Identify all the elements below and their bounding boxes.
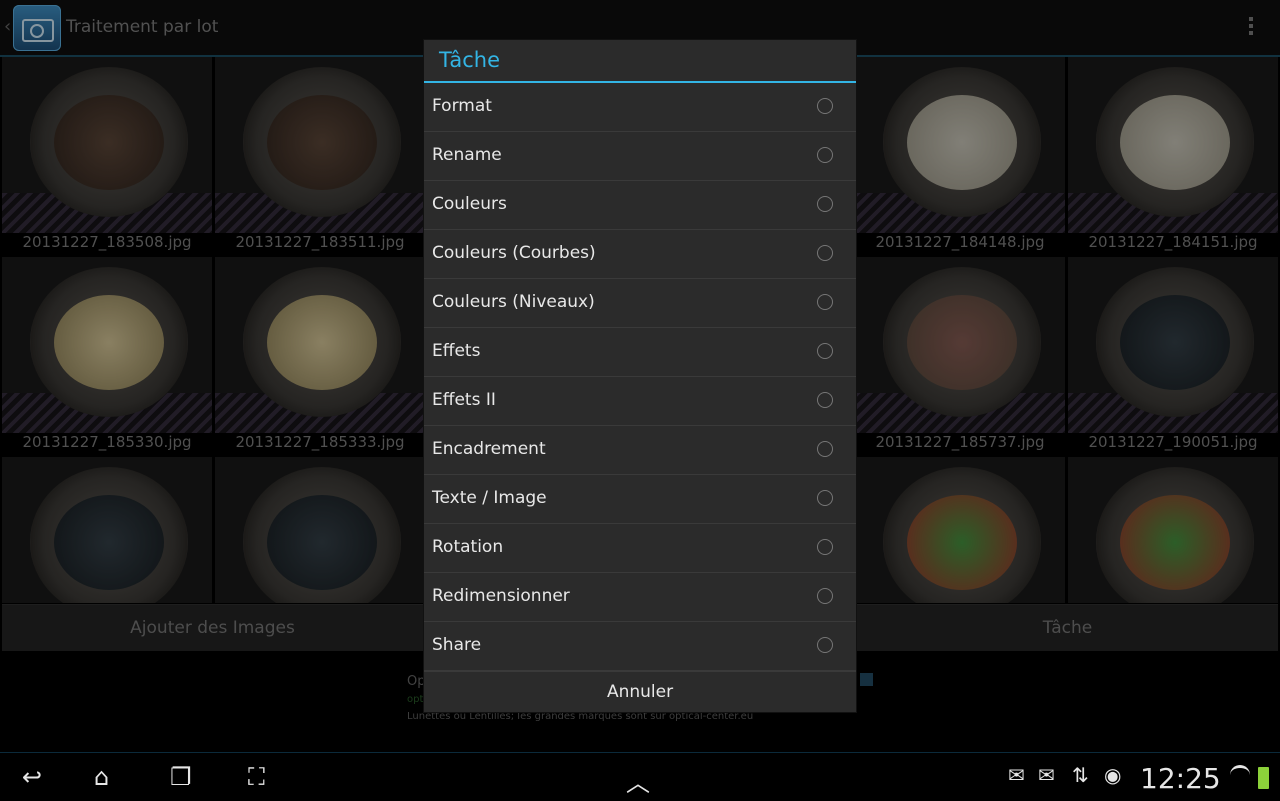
- radio-button[interactable]: [817, 588, 833, 604]
- option-label: Couleurs (Niveaux): [432, 292, 595, 312]
- option-label: Texte / Image: [432, 488, 547, 508]
- option-encadrement[interactable]: Encadrement: [424, 426, 856, 475]
- option-redimensionner[interactable]: Redimensionner: [424, 573, 856, 622]
- option-rename[interactable]: Rename: [424, 132, 856, 181]
- option-effets[interactable]: Effets: [424, 328, 856, 377]
- recent-apps-icon[interactable]: ❐: [170, 763, 192, 791]
- option-couleurs-niveaux[interactable]: Couleurs (Niveaux): [424, 279, 856, 328]
- radio-button[interactable]: [817, 392, 833, 408]
- option-share[interactable]: Share: [424, 622, 856, 671]
- radio-button[interactable]: [817, 637, 833, 653]
- home-icon[interactable]: ⌂: [94, 763, 109, 791]
- wifi-icon[interactable]: [1230, 765, 1250, 788]
- option-couleurs[interactable]: Couleurs: [424, 181, 856, 230]
- option-label: Rotation: [432, 537, 504, 557]
- back-icon[interactable]: ↩: [22, 763, 42, 791]
- radio-button[interactable]: [817, 245, 833, 261]
- notification-icon[interactable]: ◉: [1104, 763, 1121, 787]
- option-label: Effets: [432, 341, 481, 361]
- system-bar: ↩ ⌂ ❐ ⛶ ︿ ✉ ✉ ⇅ ◉ 12:25: [0, 752, 1280, 801]
- radio-button[interactable]: [817, 441, 833, 457]
- option-label: Redimensionner: [432, 586, 570, 606]
- option-label: Share: [432, 635, 482, 655]
- clock[interactable]: 12:25: [1140, 762, 1221, 795]
- battery-icon[interactable]: [1258, 767, 1269, 789]
- option-effets-ii[interactable]: Effets II: [424, 377, 856, 426]
- option-label: Couleurs: [432, 194, 507, 214]
- option-label: Rename: [432, 145, 502, 165]
- cancel-button[interactable]: Annuler: [424, 671, 856, 713]
- option-label: Format: [432, 96, 492, 116]
- radio-button[interactable]: [817, 539, 833, 555]
- option-texte-image[interactable]: Texte / Image: [424, 475, 856, 524]
- option-couleurs-courbes[interactable]: Couleurs (Courbes): [424, 230, 856, 279]
- option-label: Encadrement: [432, 439, 546, 459]
- radio-button[interactable]: [817, 98, 833, 114]
- option-label: Effets II: [432, 390, 496, 410]
- radio-button[interactable]: [817, 294, 833, 310]
- radio-button[interactable]: [817, 147, 833, 163]
- task-dialog: Tâche Format Rename Couleurs Couleurs (C…: [424, 40, 856, 712]
- radio-button[interactable]: [817, 490, 833, 506]
- mail-at-icon[interactable]: ✉: [1038, 763, 1055, 787]
- sync-icon[interactable]: ⇅: [1072, 763, 1089, 787]
- option-label: Couleurs (Courbes): [432, 243, 596, 263]
- screenshot-icon[interactable]: ⛶: [248, 763, 265, 791]
- option-rotation[interactable]: Rotation: [424, 524, 856, 573]
- option-format[interactable]: Format: [424, 83, 856, 132]
- radio-button[interactable]: [817, 196, 833, 212]
- radio-button[interactable]: [817, 343, 833, 359]
- dialog-title: Tâche: [439, 48, 501, 72]
- chevron-up-icon[interactable]: ︿: [626, 763, 650, 798]
- email-icon[interactable]: ✉: [1008, 763, 1025, 787]
